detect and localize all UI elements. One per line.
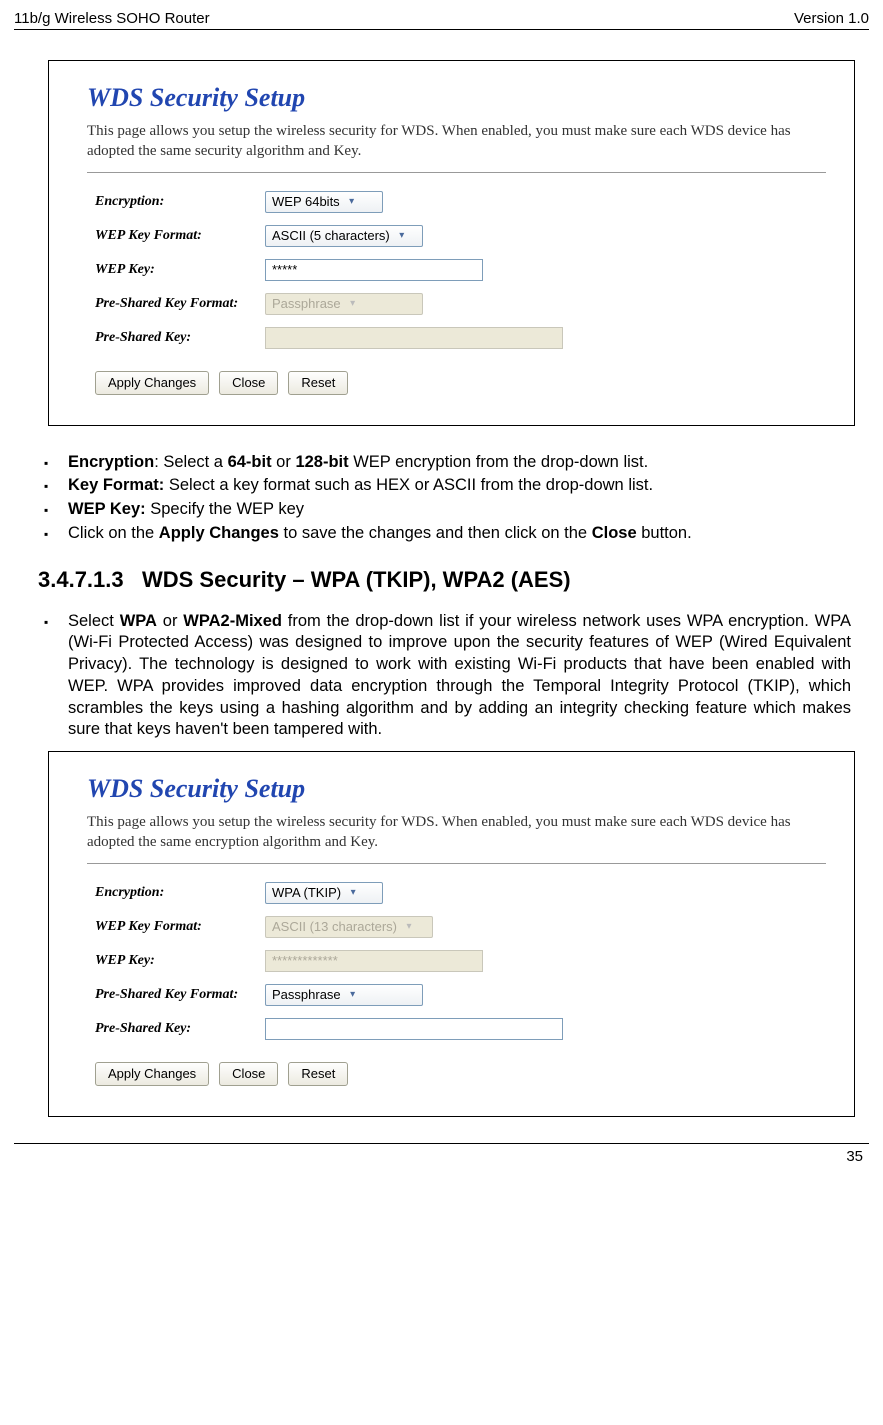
section-heading: 3.4.7.1.3 WDS Security – WPA (TKIP), WPA… — [38, 567, 869, 593]
wep-key-value: ************* — [272, 953, 338, 968]
chevron-down-icon: ▾ — [345, 887, 361, 898]
wep-format-value: ASCII (13 characters) — [272, 919, 397, 934]
wds-title: WDS Security Setup — [87, 774, 826, 804]
wep-key-label: WEP Key: — [95, 953, 265, 969]
wep-key-label: WEP Key: — [95, 262, 265, 278]
wep-format-label: WEP Key Format: — [95, 228, 265, 244]
page-number: 35 — [846, 1148, 863, 1165]
list-item: WEP Key: Specify the WEP key — [68, 499, 851, 521]
chevron-down-icon: ▾ — [345, 298, 361, 309]
psk-format-select: Passphrase ▾ — [265, 293, 423, 315]
psk-format-label: Pre-Shared Key Format: — [95, 987, 265, 1003]
wep-format-label: WEP Key Format: — [95, 919, 265, 935]
section-title: WDS Security – WPA (TKIP), WPA2 (AES) — [142, 567, 571, 592]
psk-input — [265, 327, 563, 349]
close-button[interactable]: Close — [219, 371, 278, 395]
psk-format-value: Passphrase — [272, 296, 341, 311]
apply-changes-button[interactable]: Apply Changes — [95, 371, 209, 395]
psk-format-select[interactable]: Passphrase ▾ — [265, 984, 423, 1006]
list-item: Key Format: Select a key format such as … — [68, 475, 851, 497]
chevron-down-icon: ▾ — [344, 196, 360, 207]
page-header: 11b/g Wireless SOHO Router Version 1.0 — [14, 10, 869, 30]
list-item: Select WPA or WPA2-Mixed from the drop-d… — [68, 611, 851, 742]
encryption-value: WEP 64bits — [272, 194, 340, 209]
chevron-down-icon: ▾ — [394, 230, 410, 241]
wep-key-input: ************* — [265, 950, 483, 972]
header-left: 11b/g Wireless SOHO Router — [14, 10, 210, 27]
wds-screenshot-wep: WDS Security Setup This page allows you … — [48, 60, 855, 426]
wep-key-input[interactable]: ***** — [265, 259, 483, 281]
wds-description: This page allows you setup the wireless … — [87, 121, 826, 162]
page-footer: 35 — [14, 1143, 869, 1165]
close-button[interactable]: Close — [219, 1062, 278, 1086]
encryption-label: Encryption: — [95, 885, 265, 901]
wep-format-value: ASCII (5 characters) — [272, 228, 390, 243]
wep-key-value: ***** — [272, 262, 297, 277]
wds-screenshot-wpa: WDS Security Setup This page allows you … — [48, 751, 855, 1117]
psk-format-value: Passphrase — [272, 987, 341, 1002]
list-item: Click on the Apply Changes to save the c… — [68, 523, 851, 545]
wep-format-select[interactable]: ASCII (5 characters) ▾ — [265, 225, 423, 247]
bullet-list-1: Encryption: Select a 64-bit or 128-bit W… — [38, 452, 851, 545]
list-item: Encryption: Select a 64-bit or 128-bit W… — [68, 452, 851, 474]
psk-format-label: Pre-Shared Key Format: — [95, 296, 265, 312]
section-number: 3.4.7.1.3 — [38, 567, 124, 592]
chevron-down-icon: ▾ — [345, 989, 361, 1000]
apply-changes-button[interactable]: Apply Changes — [95, 1062, 209, 1086]
encryption-select[interactable]: WEP 64bits ▾ — [265, 191, 383, 213]
psk-label: Pre-Shared Key: — [95, 1021, 265, 1037]
psk-input[interactable] — [265, 1018, 563, 1040]
wep-format-select: ASCII (13 characters) ▾ — [265, 916, 433, 938]
reset-button[interactable]: Reset — [288, 371, 348, 395]
reset-button[interactable]: Reset — [288, 1062, 348, 1086]
wds-description: This page allows you setup the wireless … — [87, 812, 826, 853]
wds-title: WDS Security Setup — [87, 83, 826, 113]
encryption-label: Encryption: — [95, 194, 265, 210]
separator — [87, 172, 826, 173]
encryption-select[interactable]: WPA (TKIP) ▾ — [265, 882, 383, 904]
encryption-value: WPA (TKIP) — [272, 885, 341, 900]
chevron-down-icon: ▾ — [401, 921, 417, 932]
header-right: Version 1.0 — [794, 10, 869, 27]
psk-label: Pre-Shared Key: — [95, 330, 265, 346]
bullet-list-2: Select WPA or WPA2-Mixed from the drop-d… — [38, 611, 851, 742]
separator — [87, 863, 826, 864]
